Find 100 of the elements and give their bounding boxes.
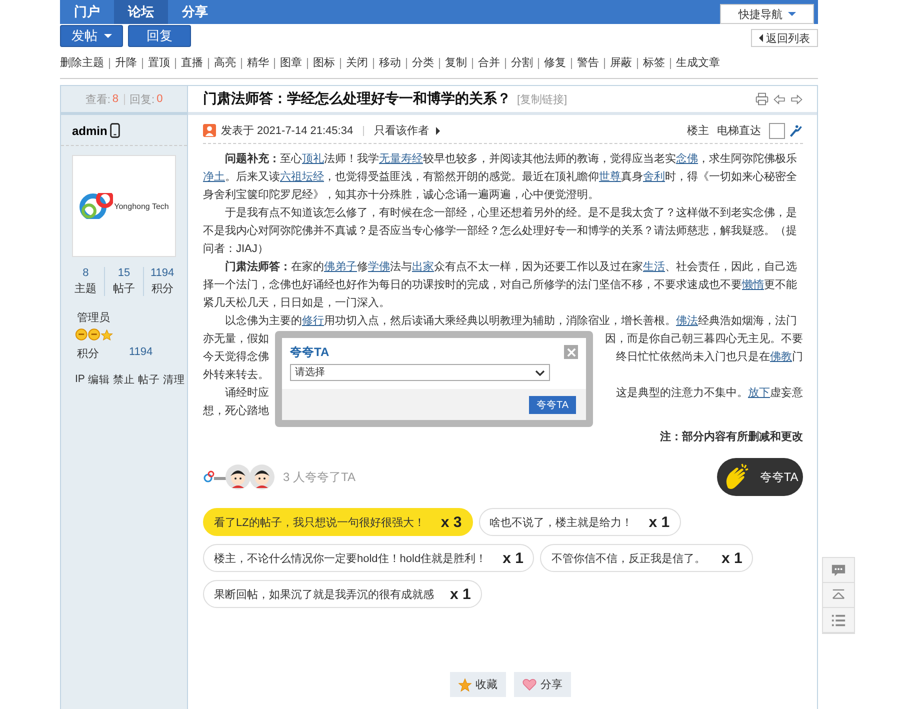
keyword-link[interactable]: 佛法 xyxy=(676,315,698,327)
dialog-title: 夸夸TA xyxy=(290,344,330,361)
moderation-action-link[interactable]: IP xyxy=(75,373,85,387)
points-value: 1194 xyxy=(129,346,153,360)
keyword-link[interactable]: 出家 xyxy=(412,261,434,273)
views-label: 查看: xyxy=(85,92,110,106)
new-post-button[interactable]: 发帖 xyxy=(60,25,123,47)
post-text-fragment: 诵经时应 xyxy=(225,386,269,401)
edit-note: 注：部分内容有所删减和更改 xyxy=(659,430,803,445)
post-text-fragment: 这是典型的注意力不集中。放下虚妄意 xyxy=(616,386,803,401)
moderation-link[interactable]: 删除主题 xyxy=(60,58,109,69)
thread-title: 门肃法师答：学经怎么处理好专一和博学的关系？ xyxy=(203,90,511,108)
moderation-link[interactable]: 生成文章 xyxy=(670,58,725,69)
keyword-link[interactable]: 修行 xyxy=(302,315,324,327)
keyword-link[interactable]: 佛弟子 xyxy=(324,261,357,273)
print-icon[interactable] xyxy=(755,92,769,106)
favorite-button[interactable]: 收藏 xyxy=(450,672,506,697)
rings-logo-icon xyxy=(79,193,114,219)
moderation-link[interactable]: 屏蔽 xyxy=(604,58,637,69)
moderation-link[interactable]: 复制 xyxy=(439,58,472,69)
logo-icon xyxy=(203,469,227,485)
keyword-link[interactable]: 生活 xyxy=(643,261,665,273)
moderation-link[interactable]: 合并 xyxy=(472,58,505,69)
stat-count[interactable]: 8 xyxy=(82,267,89,279)
praise-tag[interactable]: 果断回帖，如果沉了就是我弄沉的很有成就感 x 1 xyxy=(203,580,482,608)
praise-tag[interactable]: 看了LZ的帖子，我只想说一句很好很强大！ x 3 xyxy=(203,508,473,536)
replies-label: 回复: xyxy=(130,92,155,106)
praise-button[interactable]: 夸夸TA xyxy=(717,458,803,496)
moderation-link[interactable]: 分割 xyxy=(505,58,538,69)
user-group[interactable]: 管理员 xyxy=(77,310,187,325)
moderation-action-link[interactable]: 编辑 xyxy=(88,373,110,387)
back-to-list-button[interactable]: 返回列表 xyxy=(751,29,818,47)
floor-number-field[interactable] xyxy=(769,122,785,138)
stat-label: 帖子 xyxy=(112,282,135,296)
user-avatar[interactable]: Yonghong Tech xyxy=(72,155,176,257)
praise-tag[interactable]: 不管你信不信，反正我是信了。 x 1 xyxy=(540,544,754,572)
views-count: 8 xyxy=(112,93,118,105)
close-icon[interactable] xyxy=(564,345,578,359)
keyword-link[interactable]: 净土 xyxy=(203,171,225,183)
quick-nav-button[interactable]: 快捷导航 xyxy=(720,4,814,24)
post-paragraph: 问题补充：至心顶礼法师！我学无量寿经较早也较多，并阅读其他法师的教诲，觉得应当老实念佛，求生阿弥陀佛极乐 净土。后来又读六祖坛经，也觉得受益匪浅，有豁然开朗的感觉。最近在顶礼瞻仰世尊真身舍利时，得《一切如来心秘密全身舍利宝箧印陀罗尼经》，知其亦十分殊胜，诚心念诵一遍两遍，心中便觉澄明。 xyxy=(203,152,798,203)
keyword-link[interactable]: 念佛 xyxy=(676,153,698,165)
praise-tag[interactable]: 啥也不说了，楼主就是给力！ x 1 xyxy=(478,508,681,536)
moderation-link[interactable]: 警告 xyxy=(571,58,604,69)
moderation-action-link[interactable]: 禁止 xyxy=(112,373,135,387)
post-text-fragment: 外转来转去。 xyxy=(203,368,269,383)
moderation-link[interactable]: 分类 xyxy=(406,58,439,69)
keyword-link[interactable]: 顶礼 xyxy=(302,153,324,165)
moderation-link[interactable]: 精华 xyxy=(241,58,274,69)
moderation-link[interactable]: 升降 xyxy=(109,58,142,69)
nav-tab[interactable]: 论坛 xyxy=(114,0,168,24)
keyword-link[interactable]: 懒惰 xyxy=(742,279,764,291)
logo-text: Yonghong Tech xyxy=(114,202,169,210)
keyword-link[interactable]: 世尊 xyxy=(599,171,621,183)
reply-button[interactable]: 回复 xyxy=(128,25,191,47)
keyword-link[interactable]: 舍利 xyxy=(643,171,665,183)
post-text-fragment: 以念佛为主要的修行用功切入点，然后读诵大乘经典以明教理为辅助，消除宿业，增长善根。佛法经典浩如烟海，法门 xyxy=(225,314,797,329)
post-paragraph: 门肃法师答：在家的佛弟子修学佛法与出家众有点不太一样，因为还要工作以及过在家生活、社会责任，因此，自己选择一个法门，念佛也好诵经也好作为每日的功课按时的完成，对自己所修学的法门坚信不移，不要求速成也不要懒惰更不能紧几天松几天，日日如是，一门深入。 xyxy=(203,260,798,311)
moderation-link[interactable]: 高亮 xyxy=(208,58,241,69)
nav-tab[interactable]: 分享 xyxy=(168,0,222,24)
praise-select[interactable]: 请选择 xyxy=(290,364,550,381)
nav-tab[interactable]: 门户 xyxy=(60,0,114,24)
points-label: 积分 xyxy=(77,347,99,361)
moderation-link[interactable]: 直播 xyxy=(175,58,208,69)
praise-tag[interactable]: 楼主，不论什么情况你一定要hold住！hold住就是胜利！ x 1 xyxy=(203,544,534,572)
moderation-link[interactable]: 标签 xyxy=(637,58,670,69)
stat-count[interactable]: 15 xyxy=(118,267,130,279)
only-author-link[interactable]: 只看该作者 xyxy=(374,123,430,138)
moderation-link[interactable]: 关闭 xyxy=(340,58,373,69)
keyword-link[interactable]: 学佛 xyxy=(368,261,390,273)
post-text-fragment: 终日忙忙依然尚未入门也只是在佛教门 xyxy=(616,350,803,365)
share-button[interactable]: 分享 xyxy=(514,672,570,697)
keyword-link[interactable]: 六祖坛经 xyxy=(280,171,324,183)
moderation-link[interactable]: 图标 xyxy=(307,58,340,69)
avatar-icon[interactable] xyxy=(225,464,251,490)
next-arrow-icon[interactable] xyxy=(790,92,803,106)
post-text-fragment: 今天觉得念佛 xyxy=(203,350,269,365)
caret-icon xyxy=(436,126,440,134)
moderation-link[interactable]: 图章 xyxy=(274,58,307,69)
keyword-link[interactable]: 放下 xyxy=(748,387,770,399)
moderation-link[interactable]: 移动 xyxy=(373,58,406,69)
praise-submit-button[interactable]: 夸夸TA xyxy=(529,396,576,414)
moderation-link[interactable]: 修复 xyxy=(538,58,571,69)
mobile-phone-icon xyxy=(110,123,120,138)
previous-arrow-icon[interactable] xyxy=(773,92,786,106)
stat-count[interactable]: 1194 xyxy=(150,267,174,279)
star-icon xyxy=(458,678,472,692)
keyword-link[interactable]: 佛教 xyxy=(770,351,792,363)
avatar-icon[interactable] xyxy=(249,464,275,490)
heart-icon xyxy=(522,678,536,691)
keyword-link[interactable]: 无量寿经 xyxy=(379,153,423,165)
moderation-link[interactable]: 置顶 xyxy=(142,58,175,69)
post-text-fragment: 亦无量，假如 xyxy=(203,332,269,347)
caret-icon xyxy=(759,34,763,42)
post-paragraph: 于是我有点不知道该怎么修了，有时候在念一部经，心里还想着另外的经。是不是我太贪了？这样做不到老实念佛，是不是我内心对阿弥陀佛并不真诚？是否应当专心修学一部经？怎么处理好专一和博学的关系？请法师慈悲，解我疑惑。（提问者：JIAJ） xyxy=(203,206,798,257)
moderation-action-link[interactable]: 清理 xyxy=(162,373,185,387)
escalator-icon[interactable] xyxy=(789,124,803,138)
praise-count: 3 人夸夸了TA xyxy=(283,468,356,486)
username-link[interactable]: admin xyxy=(72,124,108,138)
moderation-action-link[interactable]: 帖子 xyxy=(138,373,160,387)
